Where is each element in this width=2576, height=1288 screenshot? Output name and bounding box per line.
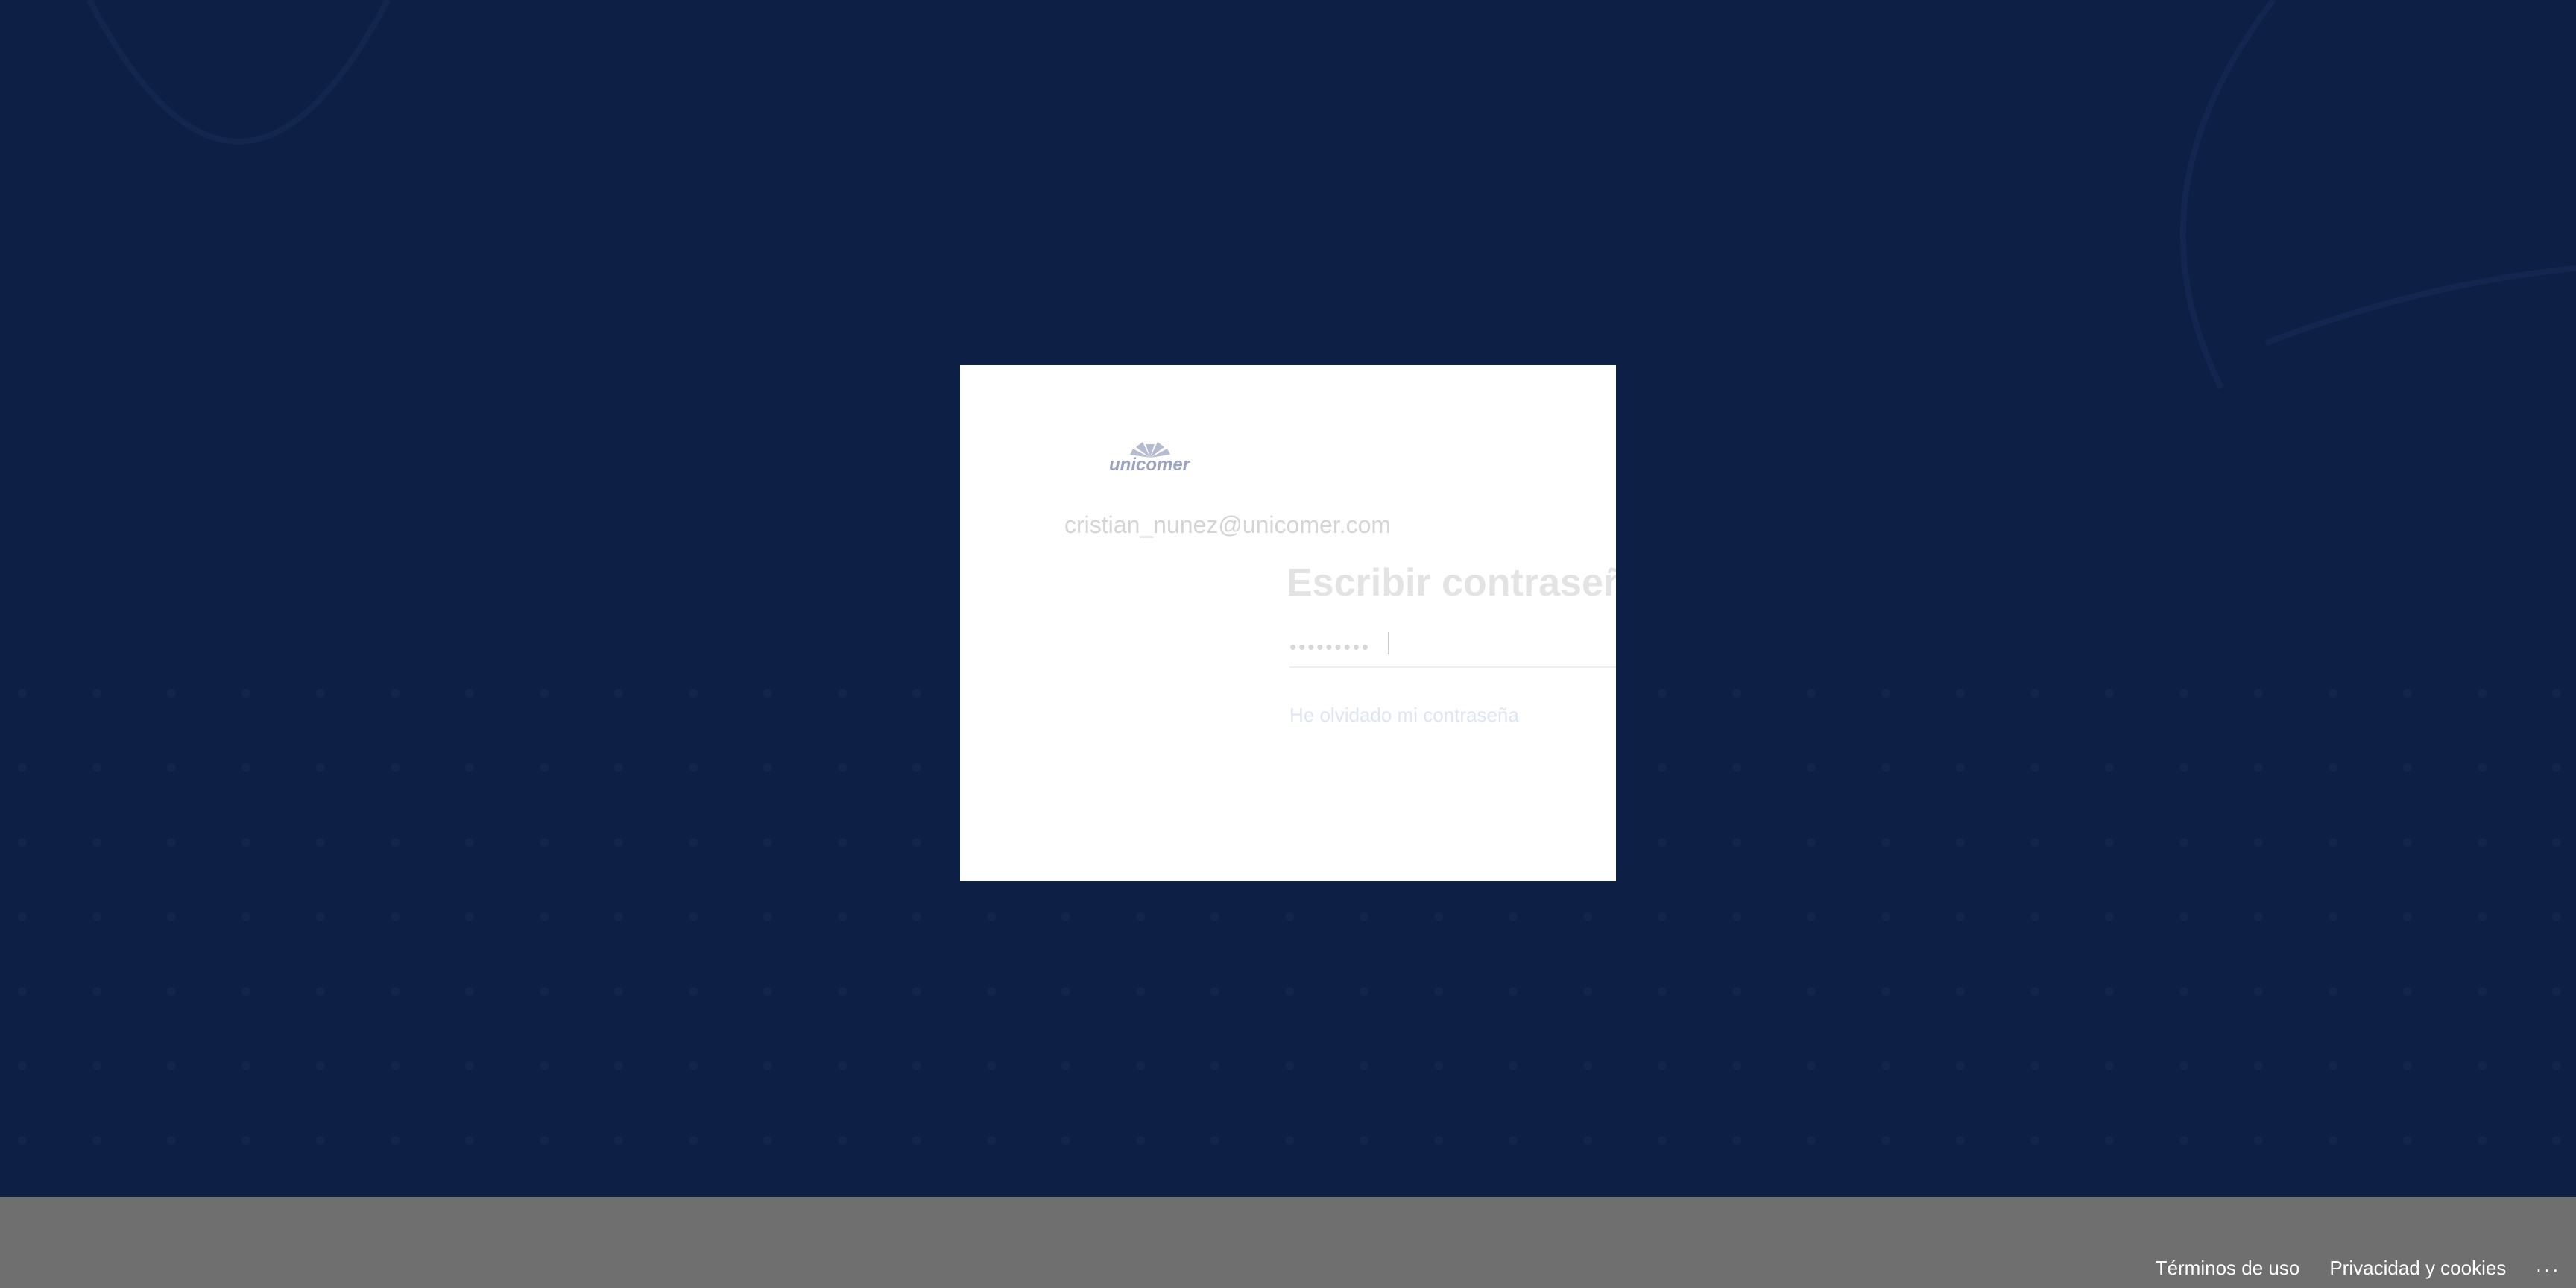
logo-wordmark: unicomer <box>1109 455 1190 475</box>
privacy-cookies-link[interactable]: Privacidad y cookies <box>2329 1257 2506 1280</box>
sign-in-page: unicomer cristian_nunez@unicomer.com Esc… <box>0 0 2576 1288</box>
footer-bar: Términos de uso Privacidad y cookies ... <box>0 1197 2576 1288</box>
terms-of-use-link[interactable]: Términos de uso <box>2156 1257 2300 1280</box>
text-caret <box>1388 632 1389 654</box>
password-pane: Escribir contraseña He olvidado mi contr… <box>1287 365 1616 881</box>
page-title: Escribir contraseña <box>1287 561 1616 604</box>
sign-in-card: unicomer cristian_nunez@unicomer.com Esc… <box>960 365 1616 881</box>
forgot-password-link[interactable]: He olvidado mi contraseña <box>1289 704 1519 727</box>
footer-links: Términos de uso Privacidad y cookies ... <box>2156 1254 2576 1280</box>
company-logo: unicomer <box>1109 438 1191 477</box>
more-options-icon[interactable]: ... <box>2536 1254 2561 1277</box>
password-field[interactable] <box>1289 628 1616 668</box>
